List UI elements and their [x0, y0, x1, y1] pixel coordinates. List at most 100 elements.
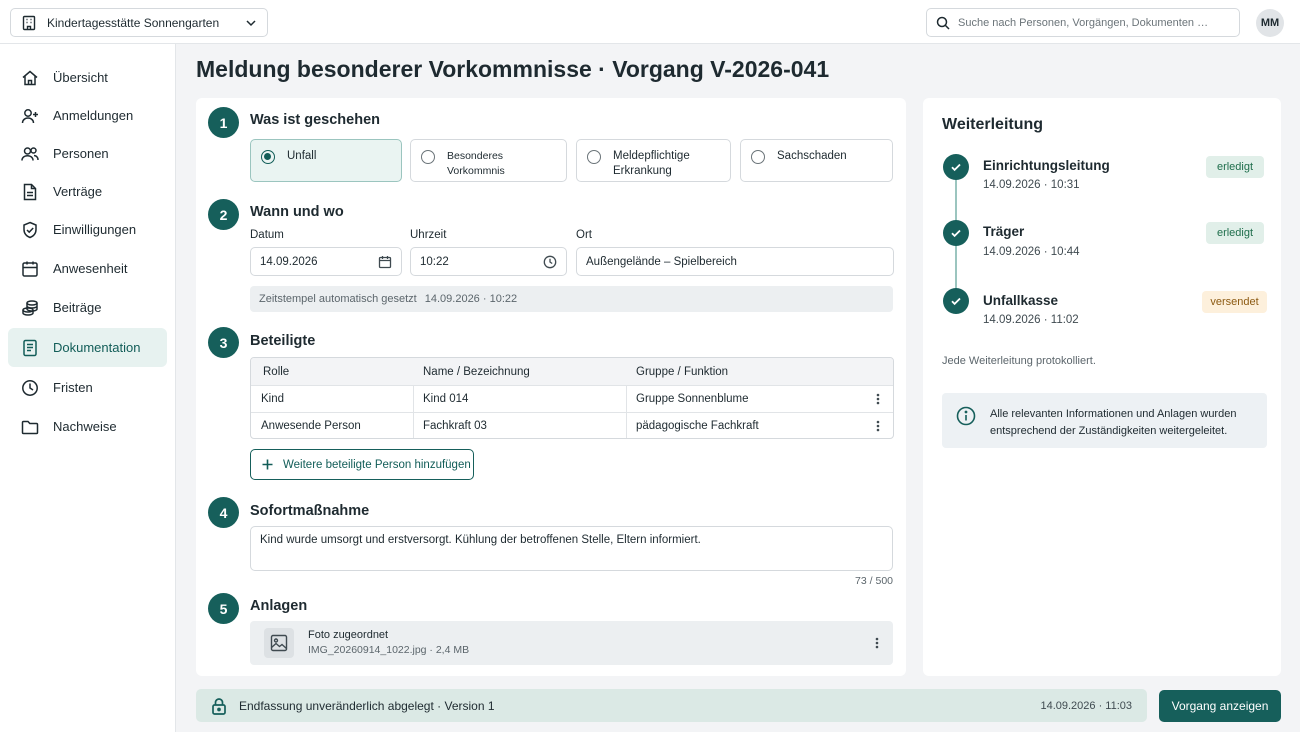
clock-icon	[21, 379, 39, 397]
sidebar-item-label: Einwilligungen	[53, 222, 137, 237]
forwarding-recipient: Unfallkasse	[983, 293, 1059, 308]
sidebar-item-label: Personen	[53, 146, 109, 161]
show-case-button[interactable]: Vorgang anzeigen	[1159, 690, 1281, 722]
sidebar-item-uebersicht[interactable]: Übersicht	[8, 58, 167, 97]
sidebar-item-personen[interactable]: Personen	[8, 134, 167, 173]
column-header: Rolle	[263, 365, 290, 378]
radio-icon	[587, 150, 601, 164]
sidebar-item-beitraege[interactable]: Beiträge	[8, 288, 167, 327]
table-row: Kind Kind 014 Gruppe Sonnenblume	[251, 385, 893, 412]
section-title: Beteiligte	[250, 333, 316, 349]
step-number: 3	[208, 327, 239, 358]
check-icon	[943, 288, 969, 314]
users-icon	[21, 145, 39, 163]
timeline-connector	[955, 178, 957, 222]
page-title: Meldung besonderer Vorkommnisse · Vorgan…	[196, 56, 830, 82]
info-icon	[956, 406, 976, 426]
forwarding-recipient: Träger	[983, 224, 1025, 239]
organization-name: Kindertagesstätte Sonnengarten	[47, 15, 220, 30]
character-counter: 73 / 500	[855, 575, 893, 587]
image-icon	[264, 628, 294, 658]
check-icon	[943, 220, 969, 246]
sidebar: Übersicht Anmeldungen Personen Verträge …	[0, 44, 176, 732]
document-icon	[21, 183, 39, 201]
archive-timestamp: 14.09.2026 · 11:03	[1040, 699, 1132, 712]
step-number: 5	[208, 593, 239, 624]
option-label: Meldepflichtige Erkrankung	[613, 150, 690, 177]
archive-status: Endfassung unveränderlich abgelegt · Ver…	[239, 698, 495, 713]
calendar-icon[interactable]	[378, 255, 392, 269]
radio-icon	[421, 150, 435, 164]
lock-icon	[211, 697, 227, 715]
sidebar-item-anmeldungen[interactable]: Anmeldungen	[8, 96, 167, 135]
forwarding-note: Jede Weiterleitung protokolliert.	[942, 355, 1096, 367]
more-vertical-icon[interactable]	[863, 393, 893, 405]
add-participant-label: Weitere beteiligte Person hinzufügen	[283, 458, 471, 471]
sidebar-item-fristen[interactable]: Fristen	[8, 368, 167, 407]
section-title: Sofortmaßnahme	[250, 503, 370, 519]
coins-icon	[21, 299, 39, 317]
time-value: 10:22	[420, 255, 449, 268]
date-label: Datum	[250, 229, 284, 241]
sidebar-item-label: Fristen	[53, 380, 93, 395]
auto-timestamp: Zeitstempel automatisch gesetzt 14.09.20…	[250, 286, 893, 312]
forwarding-recipient: Einrichtungsleitung	[983, 158, 1110, 173]
user-plus-icon	[21, 107, 39, 125]
sidebar-item-anwesenheit[interactable]: Anwesenheit	[8, 249, 167, 288]
sidebar-item-label: Übersicht	[53, 70, 108, 85]
sidebar-item-vertraege[interactable]: Verträge	[8, 172, 167, 211]
time-field[interactable]: 10:22	[410, 247, 567, 276]
sidebar-item-einwilligungen[interactable]: Einwilligungen	[8, 210, 167, 249]
sidebar-item-dokumentation[interactable]: Dokumentation	[8, 328, 167, 367]
attachment-item[interactable]: Foto zugeordnet IMG_20260914_1022.jpg · …	[250, 621, 893, 665]
status-badge: erledigt	[1206, 222, 1264, 244]
user-avatar[interactable]: MM	[1256, 9, 1284, 37]
place-label: Ort	[576, 229, 592, 241]
status-badge: erledigt	[1206, 156, 1264, 178]
sidebar-item-label: Verträge	[53, 184, 103, 199]
option-besonderes-vorkommnis[interactable]: Besonderes Vorkommnis	[410, 139, 567, 182]
clock-icon[interactable]	[543, 255, 557, 269]
section-title: Was ist geschehen	[250, 112, 381, 128]
add-participant-button[interactable]: Weitere beteiligte Person hinzufügen	[250, 449, 474, 480]
date-field[interactable]: 14.09.2026	[250, 247, 402, 276]
more-vertical-icon[interactable]	[875, 637, 879, 649]
immediate-action-textarea[interactable]: Kind wurde umsorgt und erstversorgt. Küh…	[250, 526, 893, 571]
sidebar-item-label: Beiträge	[53, 300, 102, 315]
radio-icon	[751, 150, 765, 164]
place-field[interactable]: Außengelände – Spielbereich	[576, 247, 894, 276]
sidebar-item-label: Dokumentation	[53, 340, 141, 355]
option-sachschaden[interactable]: Sachschaden	[740, 139, 893, 182]
search-input[interactable]: Suche nach Personen, Vorgängen, Dokument…	[926, 8, 1240, 37]
attachment-title: Foto zugeordnet	[308, 629, 389, 641]
table-header-row: Rolle Name / Bezeichnung Gruppe / Funkti…	[251, 358, 893, 385]
time-label: Uhrzeit	[410, 229, 447, 241]
organization-selector[interactable]: Kindertagesstätte Sonnengarten	[10, 8, 268, 37]
shield-check-icon	[21, 221, 39, 239]
table-cell: Anwesende Person	[251, 413, 414, 438]
forwarding-date: 14.09.2026 · 10:44	[983, 246, 1080, 258]
forwarding-date: 14.09.2026 · 10:31	[983, 179, 1080, 191]
step-number: 1	[208, 107, 239, 138]
timestamp-label: Zeitstempel automatisch gesetzt	[259, 293, 417, 305]
table-cell: Kind 014	[414, 386, 627, 412]
sidebar-item-label: Anwesenheit	[53, 261, 128, 276]
search-icon	[936, 16, 950, 30]
more-vertical-icon[interactable]	[863, 420, 893, 432]
date-value: 14.09.2026	[260, 255, 318, 268]
option-meldepflichtige-erkrankung[interactable]: Meldepflichtige Erkrankung	[576, 139, 731, 182]
forwarding-card	[923, 98, 1281, 676]
sidebar-item-label: Anmeldungen	[53, 108, 134, 123]
forwarding-date: 14.09.2026 · 11:02	[983, 314, 1079, 326]
chevron-down-icon	[245, 17, 257, 29]
status-badge: versendet	[1202, 291, 1267, 313]
calendar-icon	[21, 260, 39, 278]
info-text: Alle relevanten Informationen und Anlage…	[990, 408, 1237, 437]
step-number: 2	[208, 199, 239, 230]
home-icon	[21, 69, 39, 87]
table-row: Anwesende Person Fachkraft 03 pädagogisc…	[251, 412, 893, 438]
forwarding-title: Weiterleitung	[942, 116, 1044, 133]
option-unfall[interactable]: Unfall	[250, 139, 402, 182]
place-value: Außengelände – Spielbereich	[586, 255, 737, 268]
sidebar-item-nachweise[interactable]: Nachweise	[8, 407, 167, 446]
